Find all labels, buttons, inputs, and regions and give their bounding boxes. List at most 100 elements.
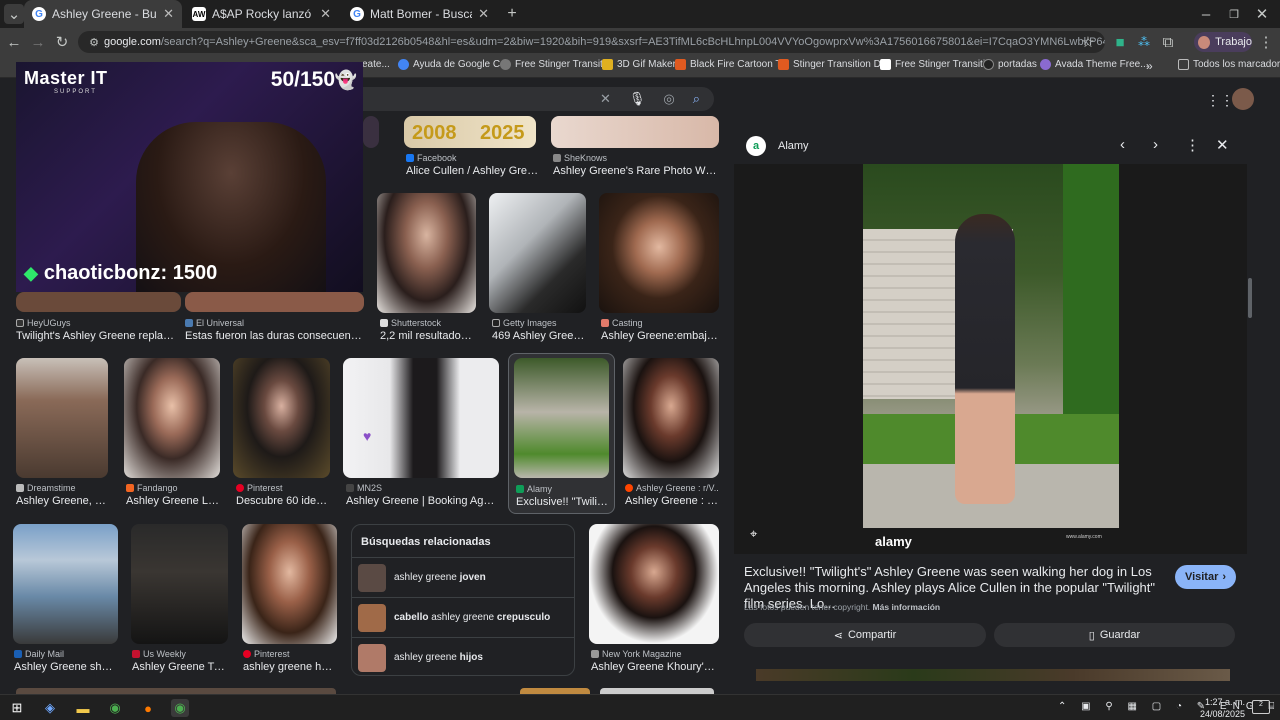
bookmark-item[interactable]: Ayuda de Google C... xyxy=(398,59,508,70)
result-image[interactable] xyxy=(233,358,330,478)
related-item[interactable]: ashley greene hijos xyxy=(352,637,574,677)
result-image[interactable] xyxy=(185,292,364,312)
app-icon[interactable]: ◈ xyxy=(41,699,59,717)
related-images-strip[interactable] xyxy=(756,669,1230,681)
back-icon[interactable]: ← xyxy=(4,32,24,52)
selected-result-card[interactable]: Alamy Exclusive!! "Twiligh... xyxy=(508,353,615,514)
panel-source[interactable]: a Alamy xyxy=(746,136,809,156)
scrollbar-thumb[interactable] xyxy=(1248,278,1252,318)
clear-icon[interactable]: ✕ xyxy=(600,91,611,107)
result-caption[interactable]: Ashley Greene : r/... xyxy=(625,495,719,507)
extension-icon[interactable]: ■ xyxy=(1110,32,1130,52)
result-image[interactable] xyxy=(589,524,719,644)
result-image[interactable] xyxy=(13,524,118,644)
scrollbar[interactable] xyxy=(1247,130,1253,680)
firefox-icon[interactable]: ● xyxy=(139,699,157,717)
account-avatar[interactable] xyxy=(1232,88,1254,110)
search-box[interactable]: ✕ 🎙 ◎ ⌕ xyxy=(362,87,714,111)
bookmark-item[interactable]: Black Fire Cartoon T... xyxy=(675,59,789,70)
restore-icon[interactable]: ❐ xyxy=(1224,4,1244,24)
file-explorer-icon[interactable]: ▬ xyxy=(74,699,92,717)
result-image[interactable] xyxy=(599,193,719,313)
preview-image[interactable] xyxy=(863,164,1119,528)
bookmark-item[interactable]: Free Stinger Transiti... xyxy=(880,59,993,70)
close-window-icon[interactable]: ✕ xyxy=(1252,4,1272,24)
more-bookmarks-icon[interactable]: » xyxy=(1146,59,1153,73)
more-options-icon[interactable]: ⋮ xyxy=(1185,136,1200,154)
result-caption[interactable]: ashley greene hair ... xyxy=(243,661,337,673)
chrome-icon[interactable]: ◉ xyxy=(106,699,124,717)
close-tab-icon[interactable]: ✕ xyxy=(163,6,174,22)
address-bar[interactable]: ⚙ google.com/search?q=Ashley+Greene&sca_… xyxy=(78,31,1105,53)
result-image[interactable]: ♥ xyxy=(343,358,499,478)
menu-dots-icon[interactable]: ⋮ xyxy=(1256,32,1276,52)
bookmark-item[interactable]: Stinger Transition Di... xyxy=(778,59,891,70)
related-item[interactable]: cabello ashley greene crepusculo xyxy=(352,597,574,637)
reload-icon[interactable]: ↻ xyxy=(52,32,72,52)
result-image[interactable] xyxy=(363,116,379,148)
result-caption[interactable]: Ashley Greene Twi... xyxy=(132,661,228,673)
related-item[interactable]: ashley greene joven xyxy=(352,557,574,597)
result-caption[interactable]: Ashley Greene, VE... xyxy=(16,495,108,507)
result-caption[interactable]: Twilight's Ashley Greene replace... xyxy=(16,330,178,342)
close-tab-icon[interactable]: ✕ xyxy=(320,6,331,22)
result-image[interactable] xyxy=(131,524,228,644)
result-image[interactable] xyxy=(124,358,220,478)
mic-icon[interactable]: 🎙 xyxy=(629,91,646,107)
result-caption[interactable]: Descubre 60 ideas... xyxy=(236,495,330,507)
result-image[interactable] xyxy=(551,116,719,148)
share-button[interactable]: ⋖ Compartir xyxy=(744,623,986,647)
result-image[interactable] xyxy=(377,193,476,313)
tab-matt-bomer[interactable]: G Matt Bomer - Buscar con Goog ✕ xyxy=(342,0,497,28)
profile-button[interactable]: Trabajo xyxy=(1194,32,1252,52)
lens-icon[interactable]: ⌖ xyxy=(750,526,766,542)
result-caption[interactable]: Estas fueron las duras consecuencias ... xyxy=(185,330,363,342)
result-caption[interactable]: Ashley Greene | Booking Agent |... xyxy=(346,495,498,507)
tab-ashley-greene[interactable]: G Ashley Greene - Buscar con Goo ✕ xyxy=(24,0,182,28)
prev-icon[interactable]: ‹ xyxy=(1120,136,1125,153)
new-tab-icon[interactable]: + xyxy=(502,4,522,24)
result-caption[interactable]: Ashley Greene List... xyxy=(126,495,220,507)
all-bookmarks-folder[interactable]: Todos los marcadores xyxy=(1178,59,1280,70)
lens-icon[interactable]: ◎ xyxy=(663,91,674,107)
close-panel-icon[interactable]: ✕ xyxy=(1216,136,1229,154)
bookmark-item[interactable]: 3D Gif Maker xyxy=(602,59,676,70)
result-caption[interactable]: Ashley Greene:embajad... xyxy=(601,330,718,342)
search-icon[interactable]: ⌕ xyxy=(693,91,700,107)
result-caption[interactable]: Alice Cullen / Ashley Greene xyxy=(406,165,541,177)
extensions-puzzle-icon[interactable]: ⧉ xyxy=(1158,32,1178,52)
result-image[interactable] xyxy=(16,358,108,478)
result-caption[interactable]: 2,2 mil resultados d... xyxy=(380,330,475,342)
close-tab-icon[interactable]: ✕ xyxy=(478,6,489,22)
notification-icon[interactable]: 2 xyxy=(1252,700,1270,714)
result-image[interactable] xyxy=(489,193,586,313)
bookmark-item[interactable]: Avada Theme Free... xyxy=(1040,59,1149,70)
result-image[interactable] xyxy=(623,358,719,478)
chrome-active-icon[interactable]: ◉ xyxy=(171,699,189,717)
clock[interactable]: 1:27 a. m. 24/08/2025 xyxy=(1200,696,1245,720)
result-image[interactable] xyxy=(514,358,609,478)
result-image[interactable] xyxy=(16,292,181,312)
visit-button[interactable]: Visitar › xyxy=(1175,565,1236,589)
windows-start-icon[interactable]: ⊞ xyxy=(8,699,26,717)
bookmark-item[interactable]: portadas xyxy=(983,59,1037,70)
result-caption[interactable]: 469 Ashley Greene... xyxy=(492,330,585,342)
result-caption[interactable]: Ashley Greene show... xyxy=(14,661,117,673)
result-caption[interactable]: Ashley Greene Khoury's 1... xyxy=(591,661,719,673)
result-image[interactable]: 2008 2025 xyxy=(404,116,536,148)
forward-icon[interactable]: → xyxy=(28,32,48,52)
bookmark-item[interactable]: eate... xyxy=(362,59,390,70)
extension-icon[interactable]: ⁂ xyxy=(1134,32,1154,52)
next-icon[interactable]: › xyxy=(1153,136,1158,153)
result-caption[interactable]: Exclusive!! "Twiligh... xyxy=(516,496,611,508)
bookmark-star-icon[interactable]: ☆ xyxy=(1078,32,1098,52)
tab-search-icon[interactable]: ⌄ xyxy=(4,4,24,24)
result-image[interactable] xyxy=(242,524,337,644)
bookmark-item[interactable]: Free Stinger Transiti... xyxy=(500,59,613,70)
result-caption[interactable]: Ashley Greene's Rare Photo With D... xyxy=(553,165,718,177)
system-tray[interactable]: ⌃ ▣ ⚲ ▦ ▢ ◔ ✎ ENG ⌸ ◁ xyxy=(1058,701,1280,712)
save-button[interactable]: ▯ Guardar xyxy=(994,623,1235,647)
more-info-link[interactable]: Más información xyxy=(873,602,941,612)
site-info-icon[interactable]: ⚙ xyxy=(84,32,104,52)
tab-asap-rocky[interactable]: AW A$AP Rocky lanzó su colección ✕ xyxy=(184,0,339,28)
